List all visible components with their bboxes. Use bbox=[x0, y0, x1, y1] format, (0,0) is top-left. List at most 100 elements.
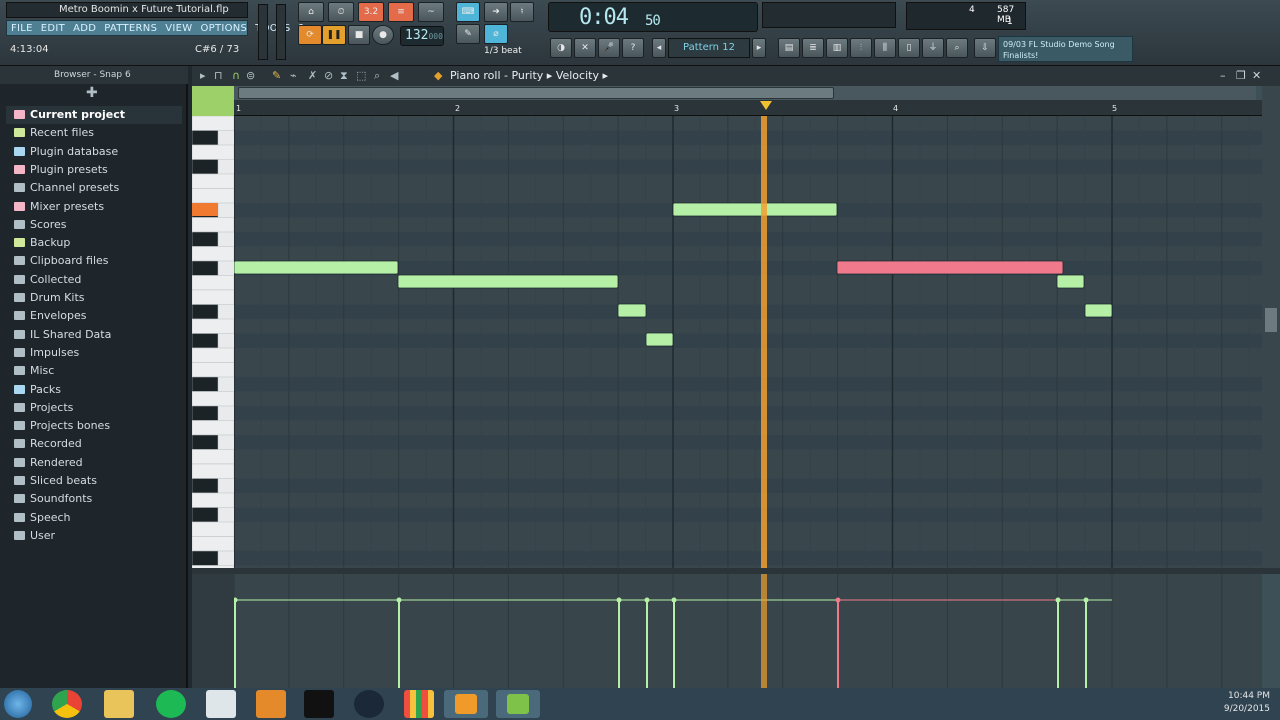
black-key[interactable] bbox=[191, 434, 219, 450]
piano-keyboard[interactable] bbox=[191, 115, 235, 581]
master-pitch-slider[interactable] bbox=[276, 4, 286, 60]
note[interactable] bbox=[617, 303, 647, 318]
browser-item-speech[interactable]: Speech bbox=[14, 509, 71, 527]
browser-item-plugin-presets[interactable]: Plugin presets bbox=[14, 161, 108, 179]
magnet-icon[interactable]: ⊓ bbox=[214, 66, 223, 86]
app-icon[interactable] bbox=[206, 690, 236, 718]
browser-item-impulses[interactable]: Impulses bbox=[14, 344, 79, 362]
velocity-handle[interactable] bbox=[234, 597, 238, 603]
pattern-selector[interactable]: Pattern 12 bbox=[668, 38, 750, 58]
browser-item-drum-kits[interactable]: Drum Kits bbox=[14, 289, 85, 307]
snap-icon[interactable]: ∩ bbox=[232, 66, 240, 86]
maximize-pr-icon[interactable]: ❐ bbox=[1236, 66, 1246, 86]
countdown-icon[interactable]: 3.2 bbox=[358, 2, 384, 22]
note[interactable] bbox=[397, 274, 619, 289]
metronome-small-icon[interactable]: ⊜ bbox=[246, 66, 255, 86]
black-key[interactable] bbox=[191, 405, 219, 421]
browser-item-sliced-beats[interactable]: Sliced beats bbox=[14, 472, 97, 490]
browser-item-backup[interactable]: Backup bbox=[14, 234, 70, 252]
menu-file[interactable]: FILE bbox=[11, 21, 33, 35]
white-key[interactable] bbox=[191, 391, 235, 407]
browser-item-clipboard-files[interactable]: Clipboard files bbox=[14, 252, 109, 270]
minimize-pr-icon[interactable]: – bbox=[1220, 66, 1226, 86]
plug-icon[interactable]: ⏚ bbox=[922, 38, 944, 58]
browser-item-rendered[interactable]: Rendered bbox=[14, 454, 83, 472]
velocity-handle[interactable] bbox=[616, 597, 622, 603]
download-icon[interactable]: ⇩ bbox=[974, 38, 996, 58]
black-key[interactable] bbox=[191, 333, 219, 349]
explorer-icon[interactable] bbox=[104, 690, 134, 718]
black-key[interactable] bbox=[191, 507, 219, 523]
browser-item-il-shared-data[interactable]: IL Shared Data bbox=[14, 326, 111, 344]
tempo-display[interactable]: 132000 bbox=[400, 26, 444, 46]
snap-selector[interactable]: 1/3 beat bbox=[484, 46, 522, 56]
metronome-icon[interactable]: ⌂ bbox=[298, 2, 324, 22]
note[interactable] bbox=[672, 202, 838, 217]
white-key[interactable] bbox=[191, 289, 235, 305]
delete-icon[interactable]: ✗ bbox=[308, 66, 317, 86]
browser-item-soundfonts[interactable]: Soundfonts bbox=[14, 490, 92, 508]
mute-icon[interactable]: ⊘ bbox=[324, 66, 333, 86]
news-panel[interactable]: 09/03 FL Studio Demo Song Finalists! bbox=[998, 36, 1133, 62]
piano-roll-icon[interactable]: ≣ bbox=[802, 38, 824, 58]
velocity-handle[interactable] bbox=[396, 597, 402, 603]
black-key[interactable] bbox=[191, 550, 219, 566]
chrome-icon[interactable] bbox=[52, 690, 82, 718]
media-icon[interactable] bbox=[256, 690, 286, 718]
white-key[interactable] bbox=[191, 115, 235, 131]
browser-item-misc[interactable]: Misc bbox=[14, 362, 54, 380]
camtasia-icon[interactable] bbox=[496, 690, 540, 718]
white-key[interactable] bbox=[191, 318, 235, 334]
zoom-icon[interactable]: ⌕ bbox=[374, 66, 380, 86]
record-button[interactable]: ● bbox=[372, 25, 394, 45]
mic-icon[interactable]: 🎤 bbox=[598, 38, 620, 58]
menu-view[interactable]: VIEW bbox=[165, 21, 192, 35]
master-volume-slider[interactable] bbox=[258, 4, 268, 60]
note[interactable] bbox=[645, 332, 674, 347]
arrow-icon[interactable]: ➜ bbox=[484, 2, 508, 22]
black-key[interactable] bbox=[191, 159, 219, 175]
note-selected[interactable] bbox=[836, 260, 1064, 275]
velocity-handle[interactable] bbox=[835, 597, 841, 603]
loop-mode-icon[interactable]: ⟳ bbox=[298, 25, 322, 45]
menu-options[interactable]: OPTIONS bbox=[200, 21, 247, 35]
speaker-icon[interactable]: ◀ bbox=[390, 66, 398, 86]
note[interactable] bbox=[1084, 303, 1113, 318]
menu-add[interactable]: ADD bbox=[73, 21, 96, 35]
grid-app-icon[interactable] bbox=[404, 690, 434, 718]
add-icon[interactable]: ✚ bbox=[86, 85, 98, 101]
close-pr-icon[interactable]: ✕ bbox=[1252, 66, 1261, 86]
browser-item-projects-bones[interactable]: Projects bones bbox=[14, 417, 110, 435]
browser-item-recorded[interactable]: Recorded bbox=[14, 435, 82, 453]
system-tray[interactable]: 10:44 PM 9/20/2015 bbox=[1224, 690, 1270, 716]
white-key[interactable] bbox=[191, 362, 235, 378]
black-key[interactable] bbox=[191, 478, 219, 494]
browser-item-user[interactable]: User bbox=[14, 527, 55, 545]
note-grid-canvas[interactable] bbox=[234, 116, 1262, 568]
steam-icon[interactable] bbox=[354, 690, 384, 718]
white-key[interactable] bbox=[191, 463, 235, 479]
white-key[interactable] bbox=[191, 521, 235, 537]
spotify-icon[interactable] bbox=[156, 690, 186, 718]
typing-keyboard-icon[interactable]: ⌨ bbox=[456, 2, 480, 22]
browser-item-envelopes[interactable]: Envelopes bbox=[14, 307, 86, 325]
browser-icon[interactable]: ⌕ bbox=[946, 38, 968, 58]
browser-item-plugin-database[interactable]: Plugin database bbox=[14, 143, 118, 161]
time-ruler[interactable]: 1 2 3 4 5 bbox=[234, 100, 1262, 116]
browser-item-mixer-presets[interactable]: Mixer presets bbox=[14, 198, 104, 216]
browser-item-scores[interactable]: Scores bbox=[14, 216, 67, 234]
note[interactable] bbox=[1056, 274, 1085, 289]
blend-icon[interactable]: ~ bbox=[418, 2, 444, 22]
piano-roll-target[interactable]: Velocity bbox=[556, 69, 599, 82]
help-icon[interactable]: ? bbox=[622, 38, 644, 58]
white-key[interactable] bbox=[191, 449, 235, 465]
white-key[interactable] bbox=[191, 173, 235, 189]
menu-patterns[interactable]: PATTERNS bbox=[104, 21, 157, 35]
white-key[interactable] bbox=[191, 188, 235, 204]
pause-button[interactable]: ❚❚ bbox=[322, 25, 346, 45]
piano-keys[interactable] bbox=[191, 115, 235, 581]
menu-edit[interactable]: EDIT bbox=[41, 21, 65, 35]
pencil-icon[interactable]: ✎ bbox=[272, 66, 281, 86]
channel-rack-icon[interactable]: ▥ bbox=[826, 38, 848, 58]
pan-icon[interactable]: ◑ bbox=[550, 38, 572, 58]
